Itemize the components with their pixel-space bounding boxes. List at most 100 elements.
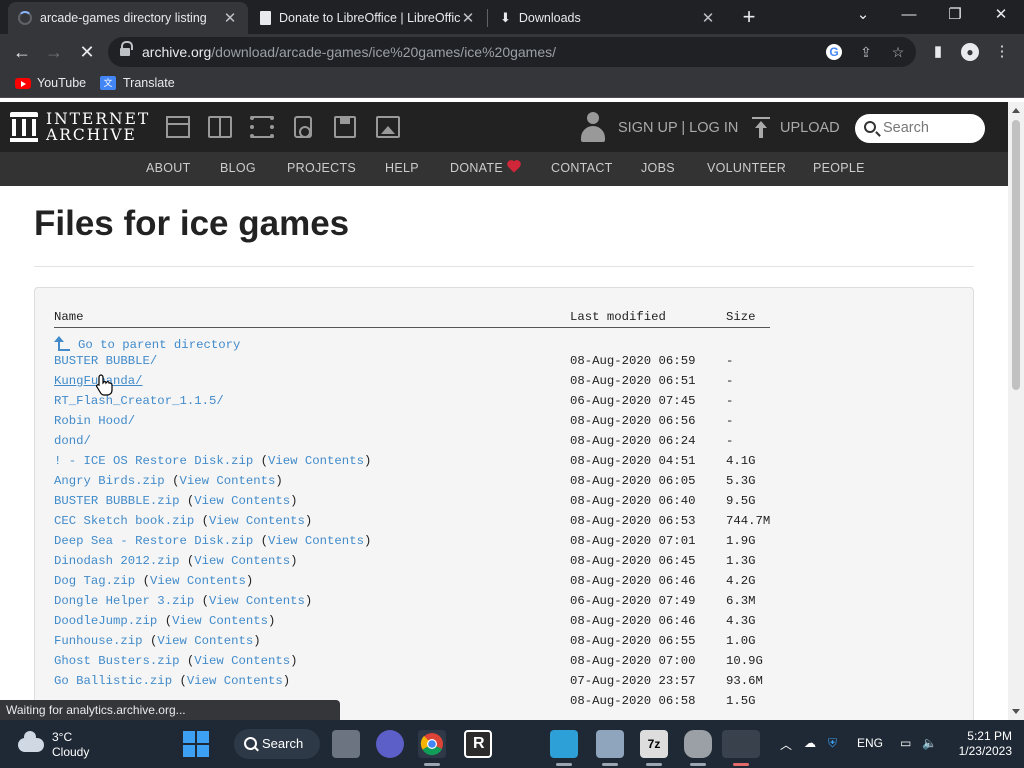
view-contents-link[interactable]: View Contents	[268, 534, 364, 548]
upload-link[interactable]: UPLOAD	[780, 120, 840, 136]
column-header-size[interactable]: Size	[726, 310, 756, 324]
view-contents-link[interactable]: View Contents	[150, 574, 246, 588]
system-clock[interactable]: 5:21 PM 1/23/2023	[946, 729, 1012, 759]
stop-loading-icon[interactable]: ✕	[75, 40, 99, 64]
sign-up-log-in-link[interactable]: SIGN UP | LOG IN	[618, 120, 738, 136]
address-bar[interactable]: archive.org/download/arcade-games/ice%20…	[108, 37, 916, 67]
view-contents-link[interactable]: View Contents	[172, 614, 268, 628]
view-contents-link[interactable]: View Contents	[194, 494, 290, 508]
file-link[interactable]: Dongle Helper 3.zip	[54, 594, 194, 608]
column-header-name[interactable]: Name	[54, 310, 84, 324]
bookmark-youtube[interactable]: YouTube	[15, 76, 86, 90]
bookmark-star-icon[interactable]: ☆	[888, 42, 908, 62]
file-link[interactable]: Angry Birds.zip	[54, 474, 165, 488]
window-close-icon[interactable]: ✕	[978, 0, 1024, 30]
taskbar-search-button[interactable]: Search	[234, 729, 320, 759]
cloud-offline-icon[interactable]: ☁	[804, 736, 816, 750]
file-link[interactable]: RT_Flash_Creator_1.1.5/	[54, 394, 224, 408]
database-icon[interactable]	[684, 730, 712, 758]
volume-icon[interactable]: 🔈	[922, 736, 937, 750]
side-panel-icon[interactable]: ▮	[926, 40, 950, 64]
back-arrow-icon[interactable]: ←	[10, 40, 34, 64]
language-indicator[interactable]: ENG	[857, 736, 883, 750]
view-contents-link[interactable]: View Contents	[268, 454, 364, 468]
file-link[interactable]: Robin Hood/	[54, 414, 135, 428]
minimize-icon[interactable]: —	[886, 0, 932, 30]
forward-arrow-icon[interactable]: →	[42, 40, 66, 64]
audio-icon[interactable]	[294, 116, 312, 138]
file-link[interactable]: DoodleJump.zip	[54, 614, 157, 628]
scroll-down-icon[interactable]	[1012, 709, 1020, 714]
windows-start-icon[interactable]	[182, 730, 210, 758]
defender-shield-icon[interactable]: ⛨	[828, 736, 837, 751]
web-icon[interactable]	[166, 116, 190, 138]
scrollbar-thumb[interactable]	[1012, 120, 1020, 390]
task-view-icon[interactable]	[332, 730, 360, 758]
nav-volunteer[interactable]: VOLUNTEER	[707, 161, 786, 175]
view-contents-link[interactable]: View Contents	[194, 554, 290, 568]
url-text[interactable]: archive.org/download/arcade-games/ice%20…	[142, 44, 556, 60]
tray-chevron-icon[interactable]: ︿	[780, 736, 792, 753]
tab-arcade-games[interactable]: arcade-games directory listing ✕	[8, 2, 248, 34]
ia-logo[interactable]: INTERNET ARCHIVE	[10, 111, 150, 143]
7zip-icon[interactable]: 7z	[640, 730, 668, 758]
remote-desktop-icon[interactable]	[550, 730, 578, 758]
view-contents-link[interactable]: View Contents	[194, 654, 290, 668]
weather-widget[interactable]: 3°C Cloudy	[18, 730, 89, 760]
r-app-icon[interactable]: R	[464, 730, 492, 758]
parent-directory-link[interactable]: Go to parent directory	[54, 334, 240, 352]
view-contents-link[interactable]: View Contents	[209, 594, 305, 608]
nav-people[interactable]: PEOPLE	[813, 161, 865, 175]
texts-icon[interactable]	[208, 116, 232, 138]
network-icon[interactable]: ▭	[900, 736, 911, 750]
nav-jobs[interactable]: JOBS	[641, 161, 675, 175]
scroll-up-icon[interactable]	[1012, 108, 1020, 113]
paren: (	[172, 674, 187, 688]
view-contents-link[interactable]: View Contents	[209, 514, 305, 528]
profile-avatar-icon[interactable]: ●	[961, 43, 979, 61]
restore-icon[interactable]: ❐	[932, 0, 978, 30]
software-icon[interactable]	[334, 116, 356, 138]
tab-downloads[interactable]: ⬇ Downloads ✕	[490, 2, 726, 34]
file-link[interactable]: Deep Sea - Restore Disk.zip	[54, 534, 253, 548]
file-link[interactable]: BUSTER BUBBLE.zip	[54, 494, 179, 508]
chat-icon[interactable]	[376, 730, 404, 758]
close-icon[interactable]: ✕	[460, 9, 476, 27]
nav-help[interactable]: HELP	[385, 161, 419, 175]
network-app-icon[interactable]	[596, 730, 624, 758]
file-link[interactable]: Ghost Busters.zip	[54, 654, 179, 668]
menu-kebab-icon[interactable]: ⋮	[990, 40, 1014, 64]
user-icon[interactable]	[580, 112, 606, 144]
vertical-scrollbar[interactable]	[1008, 102, 1024, 720]
file-link[interactable]: CEC Sketch book.zip	[54, 514, 194, 528]
images-icon[interactable]	[376, 116, 400, 138]
nav-about[interactable]: ABOUT	[146, 161, 191, 175]
nav-blog[interactable]: BLOG	[220, 161, 256, 175]
file-link[interactable]: Dog Tag.zip	[54, 574, 135, 588]
file-link[interactable]: dond/	[54, 434, 91, 448]
file-link[interactable]: Dinodash 2012.zip	[54, 554, 179, 568]
view-contents-link[interactable]: View Contents	[179, 474, 275, 488]
active-app-icon[interactable]	[722, 730, 760, 758]
close-icon[interactable]: ✕	[222, 9, 238, 27]
new-tab-button[interactable]: +	[736, 4, 762, 30]
view-contents-link[interactable]: View Contents	[187, 674, 283, 688]
chrome-icon-container[interactable]	[418, 730, 446, 758]
file-link[interactable]: BUSTER BUBBLE/	[54, 354, 157, 368]
tab-search-chevron-icon[interactable]: ⌄	[840, 0, 886, 30]
video-icon[interactable]	[250, 116, 274, 138]
close-icon[interactable]: ✕	[700, 9, 716, 27]
file-link[interactable]: ! - ICE OS Restore Disk.zip	[54, 454, 253, 468]
view-contents-link[interactable]: View Contents	[157, 634, 253, 648]
file-link[interactable]: Funhouse.zip	[54, 634, 143, 648]
tab-libreoffice[interactable]: Donate to LibreOffice | LibreOffice ✕	[250, 2, 486, 34]
nav-donate[interactable]: DONATE	[450, 161, 520, 175]
google-lens-icon[interactable]: G	[826, 44, 842, 60]
bookmark-translate[interactable]: 文 Translate	[100, 76, 175, 90]
file-link[interactable]: Go Ballistic.zip	[54, 674, 172, 688]
column-header-last-modified[interactable]: Last modified	[570, 310, 666, 324]
ia-search-input[interactable]: Search	[855, 114, 985, 143]
share-icon[interactable]: ⇪	[856, 42, 876, 62]
nav-projects[interactable]: PROJECTS	[287, 161, 356, 175]
nav-contact[interactable]: CONTACT	[551, 161, 613, 175]
